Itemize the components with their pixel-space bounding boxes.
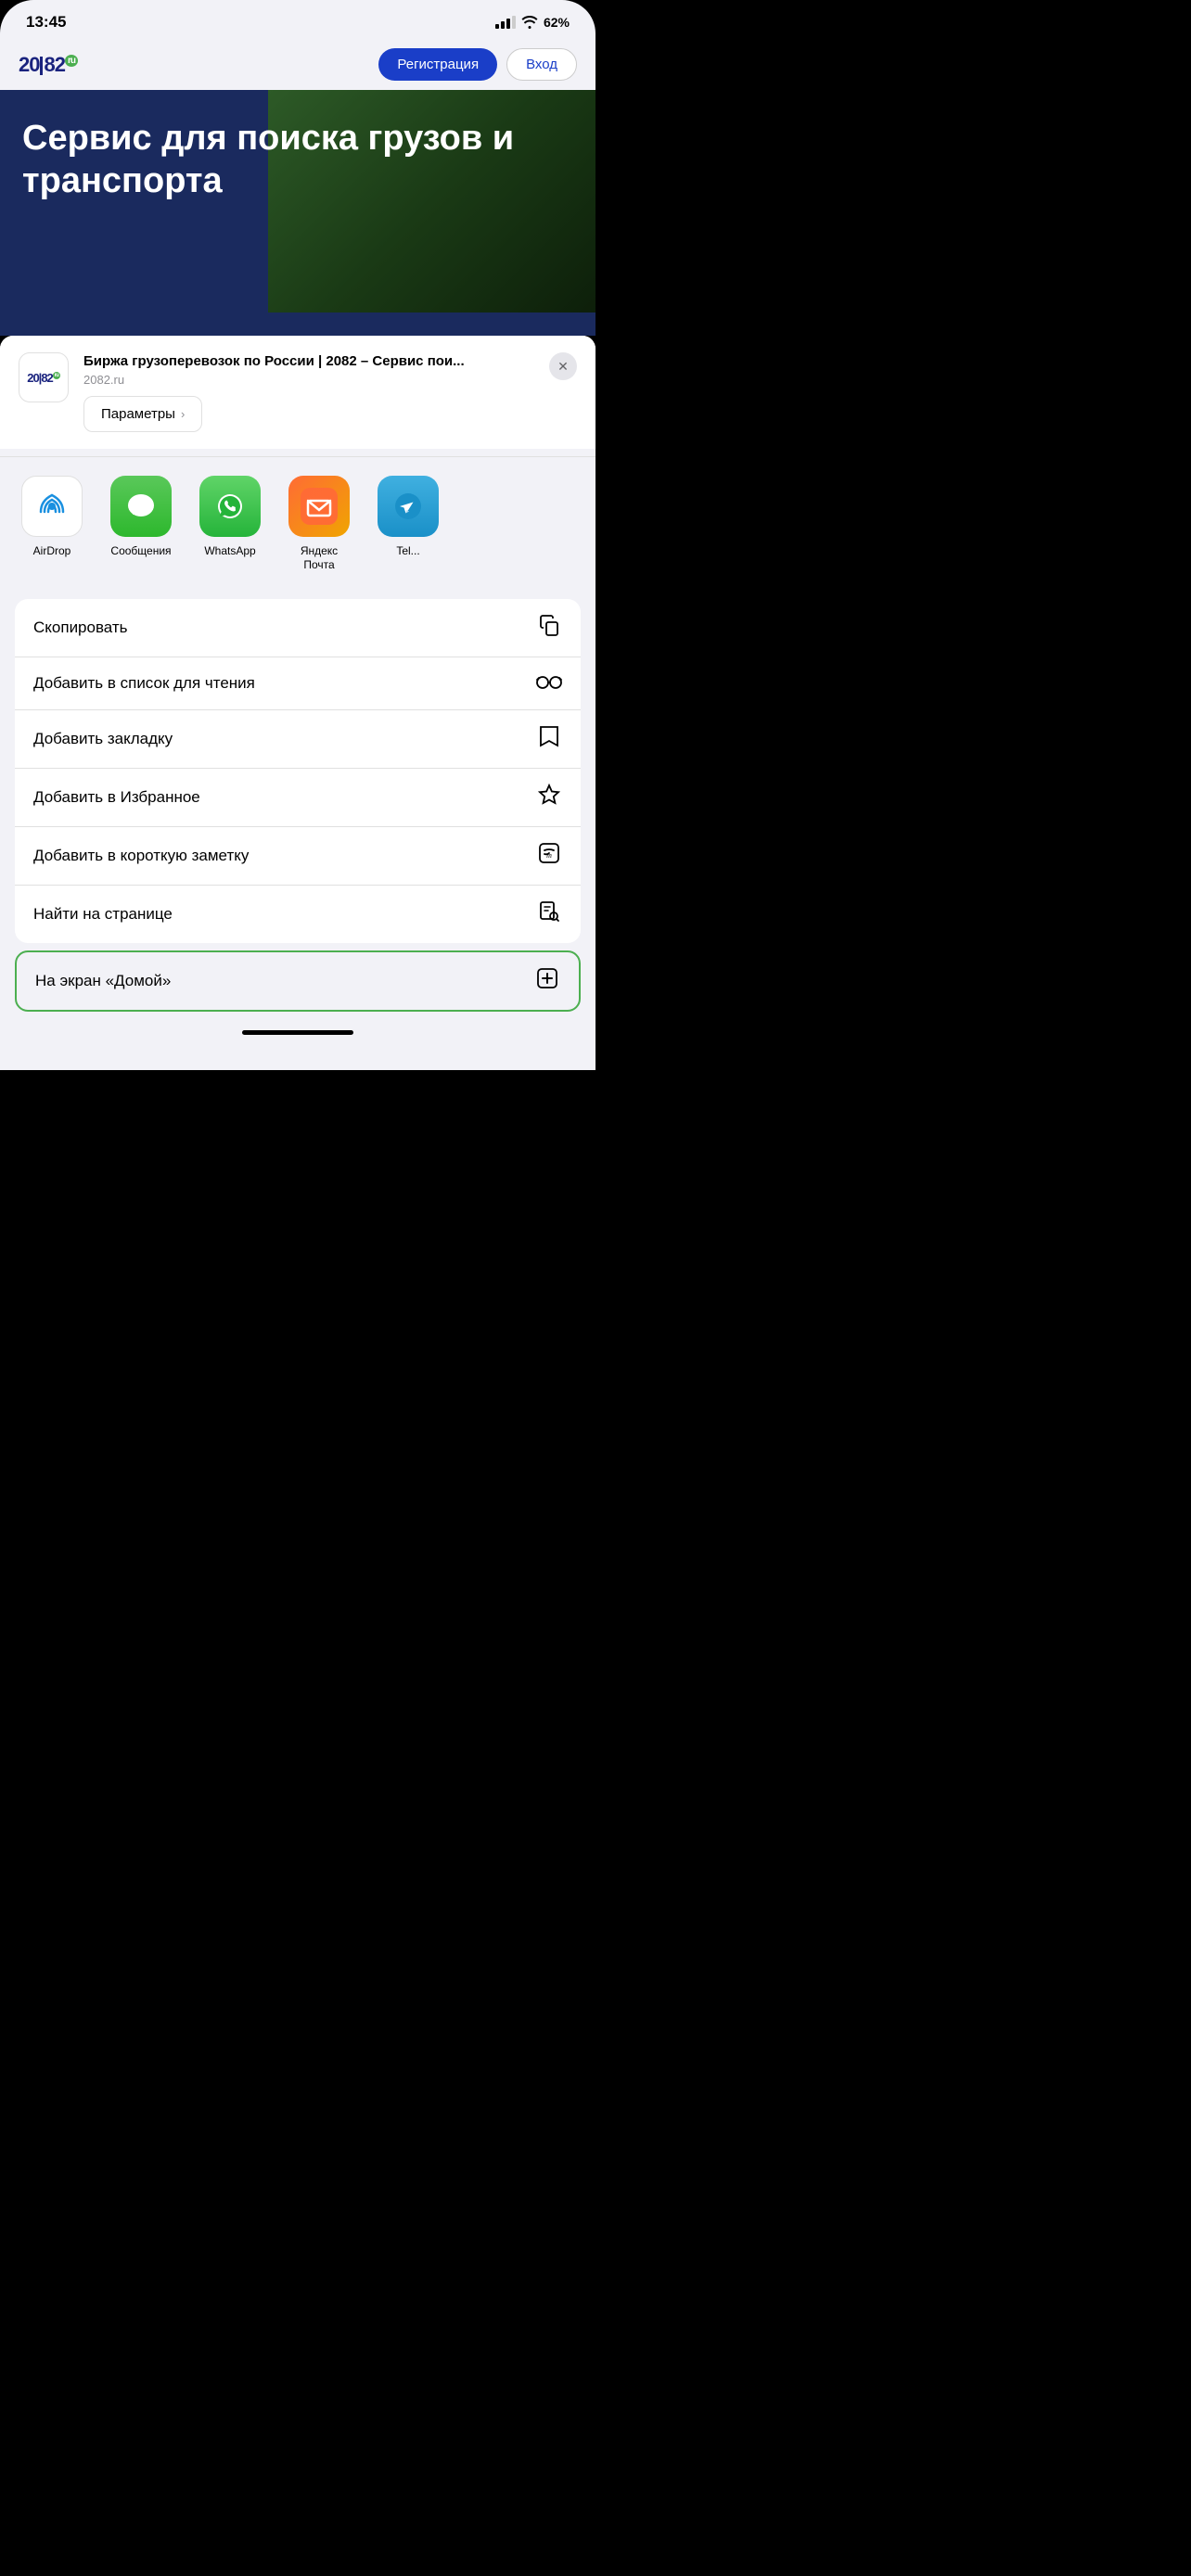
share-app-telegram[interactable]: Tel... xyxy=(371,476,445,573)
yandex-label: ЯндексПочта xyxy=(301,544,338,573)
status-time: 13:45 xyxy=(26,13,66,32)
action-quick-note[interactable]: Добавить в короткую заметку m xyxy=(15,827,581,886)
action-favorites-label: Добавить в Избранное xyxy=(33,788,200,807)
chevron-right-icon: › xyxy=(181,407,185,421)
action-home-label: На экран «Домой» xyxy=(35,972,171,990)
share-page-title: Биржа грузоперевозок по России | 2082 – … xyxy=(83,352,534,371)
book-icon xyxy=(536,725,562,753)
glasses-icon xyxy=(536,672,562,695)
wifi-icon xyxy=(521,16,538,29)
search-doc-icon xyxy=(536,900,562,928)
action-copy[interactable]: Скопировать xyxy=(15,599,581,657)
yandex-mail-icon xyxy=(288,476,350,537)
copy-icon xyxy=(536,614,562,642)
spacer xyxy=(0,584,596,592)
action-home-item[interactable]: На экран «Домой» xyxy=(17,952,579,1010)
telegram-icon xyxy=(378,476,439,537)
action-reading-label: Добавить в список для чтения xyxy=(33,674,255,693)
register-button[interactable]: Регистрация xyxy=(378,48,497,81)
action-bookmark-label: Добавить закладку xyxy=(33,730,173,748)
hero-title: Сервис для поиска грузов и транспорта xyxy=(22,118,573,202)
action-find-on-page[interactable]: Найти на странице xyxy=(15,886,581,943)
close-icon: ✕ xyxy=(557,359,569,375)
action-find-label: Найти на странице xyxy=(33,905,173,924)
whatsapp-icon xyxy=(199,476,261,537)
status-icons: 62% xyxy=(495,15,570,30)
status-bar: 13:45 62% xyxy=(0,0,596,39)
note-icon: m xyxy=(536,842,562,870)
site-logo: 2082ru xyxy=(19,53,78,77)
svg-text:m: m xyxy=(546,851,552,860)
messages-label: Сообщения xyxy=(110,544,171,559)
share-app-messages[interactable]: Сообщения xyxy=(104,476,178,573)
browser-header: 2082ru Регистрация Вход xyxy=(0,39,596,90)
browser-viewport: 2082ru Регистрация Вход Сервис для поиск… xyxy=(0,39,596,336)
battery-level: 62% xyxy=(544,15,570,30)
share-header: 20|82ru Биржа грузоперевозок по России |… xyxy=(0,336,596,449)
action-list: Скопировать Добавить в список для чтения xyxy=(15,599,581,943)
signal-bars-icon xyxy=(495,16,516,29)
action-bookmark[interactable]: Добавить закладку xyxy=(15,710,581,769)
whatsapp-label: WhatsApp xyxy=(204,544,255,559)
close-button[interactable]: ✕ xyxy=(549,352,577,380)
hero-area: Сервис для поиска грузов и транспорта xyxy=(0,90,596,312)
add-square-icon xyxy=(534,967,560,995)
action-copy-label: Скопировать xyxy=(33,618,128,637)
telegram-label: Tel... xyxy=(396,544,419,559)
share-title-block: Биржа грузоперевозок по России | 2082 – … xyxy=(83,352,534,432)
action-add-to-home[interactable]: На экран «Домой» xyxy=(15,950,581,1012)
airdrop-icon xyxy=(21,476,83,537)
star-icon xyxy=(536,784,562,811)
share-app-airdrop[interactable]: AirDrop xyxy=(15,476,89,573)
login-button[interactable]: Вход xyxy=(506,48,577,81)
share-site-icon: 20|82ru xyxy=(19,352,69,402)
messages-icon xyxy=(110,476,172,537)
action-favorites[interactable]: Добавить в Избранное xyxy=(15,769,581,827)
action-reading-list[interactable]: Добавить в список для чтения xyxy=(15,657,581,710)
share-url: 2082.ru xyxy=(83,373,534,387)
share-sheet: 20|82ru Биржа грузоперевозок по России |… xyxy=(0,336,596,1070)
home-bar xyxy=(242,1030,353,1035)
airdrop-label: AirDrop xyxy=(33,544,71,559)
share-app-whatsapp[interactable]: WhatsApp xyxy=(193,476,267,573)
share-app-yandex[interactable]: ЯндексПочта xyxy=(282,476,356,573)
params-button[interactable]: Параметры › xyxy=(83,396,202,432)
app-row: AirDrop Сообщения WhatsApp xyxy=(0,457,596,584)
home-indicator xyxy=(0,1019,596,1042)
action-note-label: Добавить в короткую заметку xyxy=(33,847,249,865)
